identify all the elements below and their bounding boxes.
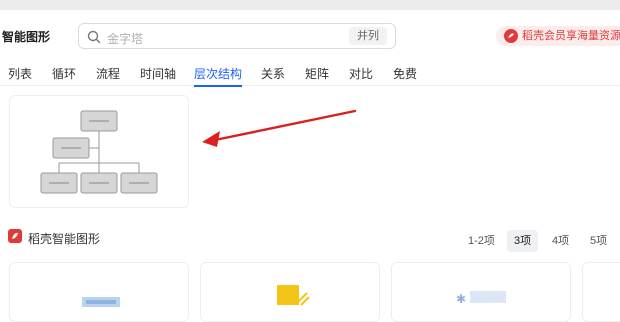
template-thumbnail-image [277, 285, 310, 306]
parallel-toggle-button[interactable]: 并列 [349, 27, 387, 45]
tab-process[interactable]: 流程 [96, 65, 120, 82]
template-thumbnail-image [82, 297, 120, 307]
tab-list[interactable]: 列表 [8, 65, 32, 82]
template-thumbnail-image: ✱ [456, 291, 506, 306]
docer-logo-icon [504, 29, 518, 43]
tab-cycle[interactable]: 循环 [52, 65, 76, 82]
filter-1-2-items[interactable]: 1-2项 [461, 230, 502, 252]
filter-4-items[interactable]: 4项 [545, 230, 576, 252]
hierarchy-thumbnail-image [40, 110, 158, 194]
window-top-bar [0, 0, 620, 10]
member-promo-banner[interactable]: 稻壳会员享海量资源 [496, 26, 620, 46]
template-card[interactable] [582, 262, 620, 322]
red-arrow-annotation [202, 109, 357, 147]
template-card[interactable] [9, 262, 189, 322]
tab-matrix[interactable]: 矩阵 [305, 65, 329, 82]
search-box[interactable]: 金字塔 并列 [78, 23, 396, 49]
svg-text:✱: ✱ [456, 292, 466, 306]
tab-timeline[interactable]: 时间轴 [140, 65, 176, 82]
tab-comparison[interactable]: 对比 [349, 65, 373, 82]
tab-free[interactable]: 免费 [393, 65, 417, 82]
docer-logo-icon [8, 229, 22, 243]
promo-text: 稻壳会员享海量资源 [522, 30, 620, 42]
hierarchy-template-card[interactable] [9, 95, 189, 208]
search-input[interactable]: 金字塔 [107, 30, 143, 47]
category-tabs: 列表 循环 流程 时间轴 层次结构 关系 矩阵 对比 免费 [0, 63, 620, 87]
tab-hierarchy[interactable]: 层次结构 [194, 65, 243, 87]
panel-title: 智能图形 [2, 30, 51, 44]
tab-relationship[interactable]: 关系 [261, 65, 285, 82]
template-card[interactable] [200, 262, 380, 322]
filter-5-items[interactable]: 5项 [583, 230, 614, 252]
section-title: 稻壳智能图形 [28, 232, 101, 246]
template-card[interactable]: ✱ [391, 262, 571, 322]
filter-3-items[interactable]: 3项 [507, 230, 539, 252]
search-icon [87, 30, 101, 44]
